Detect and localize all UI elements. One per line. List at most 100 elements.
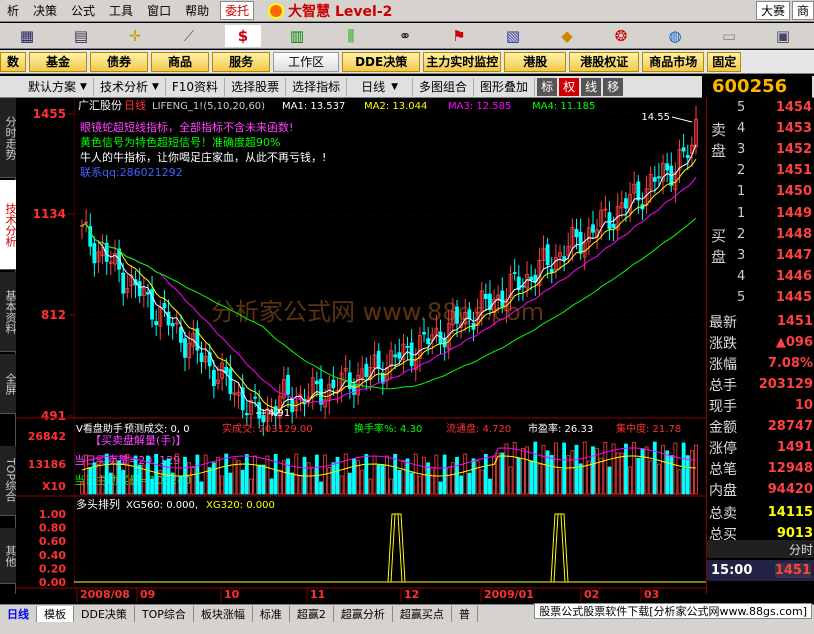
sell-price[interactable]: 1454 bbox=[776, 100, 812, 115]
shortcut-fund[interactable]: 基金 bbox=[29, 51, 88, 72]
side-tab-fullscreen[interactable]: 全屏 bbox=[0, 354, 17, 414]
move-button[interactable]: 移 bbox=[603, 77, 624, 96]
mall-button[interactable]: 商 bbox=[791, 1, 814, 20]
sell-price[interactable]: 1450 bbox=[776, 184, 812, 199]
bottom-tab-chaoying-buy[interactable]: 超赢买点 bbox=[393, 605, 452, 622]
f10-button[interactable]: F10资料 bbox=[166, 77, 226, 96]
candle-icon[interactable]: ⫼ bbox=[333, 25, 369, 47]
menu-help[interactable]: 帮助 bbox=[178, 2, 216, 19]
shortcut-dde[interactable]: DDE决策 bbox=[342, 51, 421, 72]
volume-bar bbox=[591, 446, 595, 495]
scheme-dropdown[interactable]: 默认方案 ▼ bbox=[0, 77, 94, 96]
contest-button[interactable]: 大赛 bbox=[755, 1, 790, 20]
candle-body bbox=[591, 224, 595, 233]
volume-bar bbox=[442, 454, 447, 495]
volume-header-item: 流通盘: 4.720 bbox=[446, 422, 511, 435]
sell-price[interactable]: 1451 bbox=[776, 163, 812, 178]
overlay-button[interactable]: 图形叠加 bbox=[474, 77, 536, 96]
volume-bar bbox=[500, 452, 505, 495]
shortcut-hk-stock[interactable]: 港股 bbox=[504, 51, 567, 72]
side-tab-technical[interactable]: 技术分析 bbox=[0, 180, 17, 270]
shortcut-main-force[interactable]: 主力实时监控 bbox=[423, 51, 502, 72]
mark-button[interactable]: 标 bbox=[537, 77, 558, 96]
shortcut-service[interactable]: 服务 bbox=[212, 51, 271, 72]
menu-formula[interactable]: 公式 bbox=[64, 2, 102, 19]
volume-bar bbox=[162, 460, 167, 495]
bottom-tab-template[interactable]: 模板 bbox=[37, 605, 74, 622]
buy-price[interactable]: 1448 bbox=[776, 227, 812, 242]
tech-analysis-dropdown[interactable]: 技术分析 ▼ bbox=[94, 77, 166, 96]
bottom-tab-chaoying2[interactable]: 超赢2 bbox=[290, 605, 334, 622]
quote-row: 总手 203129 bbox=[707, 374, 814, 395]
quote-key: 总笔 bbox=[709, 461, 737, 478]
buy-price[interactable]: 1447 bbox=[776, 248, 812, 263]
buy-price[interactable]: 1446 bbox=[776, 269, 812, 284]
monitor-icon[interactable]: ▭ bbox=[711, 25, 747, 47]
bottom-tab-more[interactable]: 普 bbox=[452, 605, 478, 622]
menu-tools[interactable]: 工具 bbox=[102, 2, 140, 19]
shortcut-workspace[interactable]: 工作区 bbox=[273, 51, 340, 72]
candle-body bbox=[253, 396, 257, 399]
line-button[interactable]: 线 bbox=[581, 77, 602, 96]
quote-key: 涨停 bbox=[709, 440, 737, 457]
bottom-tab-day[interactable]: 日线 bbox=[0, 605, 37, 622]
menu-analysis[interactable]: 析 bbox=[0, 2, 26, 19]
volume-bar bbox=[104, 453, 109, 495]
side-tab-intraday[interactable]: 分时走势 bbox=[0, 98, 17, 178]
swirl-icon[interactable]: ❂ bbox=[603, 25, 639, 47]
volume-bar bbox=[488, 478, 492, 495]
side-tab-fundamental[interactable]: 基本资料 bbox=[0, 272, 17, 352]
bottom-tab-dde[interactable]: DDE决策 bbox=[74, 605, 135, 622]
shortcut-bond[interactable]: 债券 bbox=[90, 51, 149, 72]
bottom-tab-chaoying-analysis[interactable]: 超赢分析 bbox=[334, 605, 393, 622]
shortcut-commodity[interactable]: 商品 bbox=[151, 51, 210, 72]
candle-body bbox=[405, 345, 410, 348]
volume-bar bbox=[207, 467, 212, 495]
sell-price[interactable]: 1453 bbox=[776, 121, 812, 136]
shortcut-fixed[interactable]: 固定 bbox=[707, 51, 742, 72]
quote-value: 10 bbox=[794, 398, 813, 413]
bottom-tab-standard[interactable]: 标准 bbox=[253, 605, 290, 622]
buy-price[interactable]: 1449 bbox=[776, 206, 812, 221]
dollar-icon[interactable]: $ bbox=[225, 24, 261, 47]
candle-body bbox=[681, 147, 686, 152]
volume-bar bbox=[319, 481, 323, 495]
menu-decision[interactable]: 决策 bbox=[26, 2, 64, 19]
footer-ad[interactable]: 股票公式股票软件下载[分析家公式网www.88gs.com] bbox=[534, 603, 812, 619]
buy-price[interactable]: 1445 bbox=[776, 290, 812, 305]
trade-button[interactable]: 委托 bbox=[220, 1, 255, 20]
alarm-icon[interactable]: ⚑ bbox=[441, 25, 477, 47]
rights-button[interactable]: 权 bbox=[559, 77, 580, 96]
bars-icon[interactable]: ▥ bbox=[279, 25, 315, 47]
shortcut-hk-warrant[interactable]: 港股权证 bbox=[569, 51, 640, 72]
diamond-icon[interactable]: ◆ bbox=[549, 25, 585, 47]
binoculars-icon[interactable]: ⚭ bbox=[387, 25, 423, 47]
volume-header-item: 实成交: 203129.00 bbox=[222, 422, 313, 435]
multi-chart-button[interactable]: 多图组合 bbox=[413, 77, 475, 96]
sell-price[interactable]: 1452 bbox=[776, 142, 812, 157]
period-dropdown[interactable]: 日线 ▼ bbox=[347, 77, 414, 96]
chart-icon[interactable]: ▧ bbox=[495, 25, 531, 47]
crosshair-icon[interactable]: ✛ bbox=[117, 25, 153, 47]
quote-value: 14115 bbox=[767, 505, 813, 520]
menu-window[interactable]: 窗口 bbox=[140, 2, 178, 19]
grid-icon[interactable]: ▤ bbox=[63, 25, 99, 47]
volume-axis-label: 26842 bbox=[28, 430, 66, 443]
side-tab-top[interactable]: TOP综合 bbox=[0, 446, 17, 516]
bottom-tab-sector[interactable]: 板块涨幅 bbox=[194, 605, 253, 622]
globe-icon[interactable]: ◍ bbox=[657, 25, 693, 47]
window-icon[interactable]: ▣ bbox=[765, 25, 801, 47]
bottom-tab-top[interactable]: TOP综合 bbox=[135, 605, 194, 622]
shortcut-stocks[interactable]: 数 bbox=[0, 51, 27, 72]
quote-row: 总卖 14115 bbox=[707, 502, 814, 523]
ruler-icon[interactable]: ⟋ bbox=[171, 25, 207, 47]
select-indicator-button[interactable]: 选择指标 bbox=[286, 77, 348, 96]
table-icon[interactable]: ▦ bbox=[9, 25, 45, 47]
side-tab-other[interactable]: 其他 bbox=[0, 528, 17, 584]
select-stock-button[interactable]: 选择股票 bbox=[225, 77, 287, 96]
volume-bar bbox=[405, 458, 410, 495]
volume-bar bbox=[380, 464, 385, 495]
shortcut-commodity-market[interactable]: 商品市场 bbox=[642, 51, 705, 72]
chart-area[interactable]: 14551134812491 分析家公式网 www.88gs.com V看盘助手… bbox=[16, 98, 706, 604]
sell-level: 3 bbox=[737, 142, 746, 157]
